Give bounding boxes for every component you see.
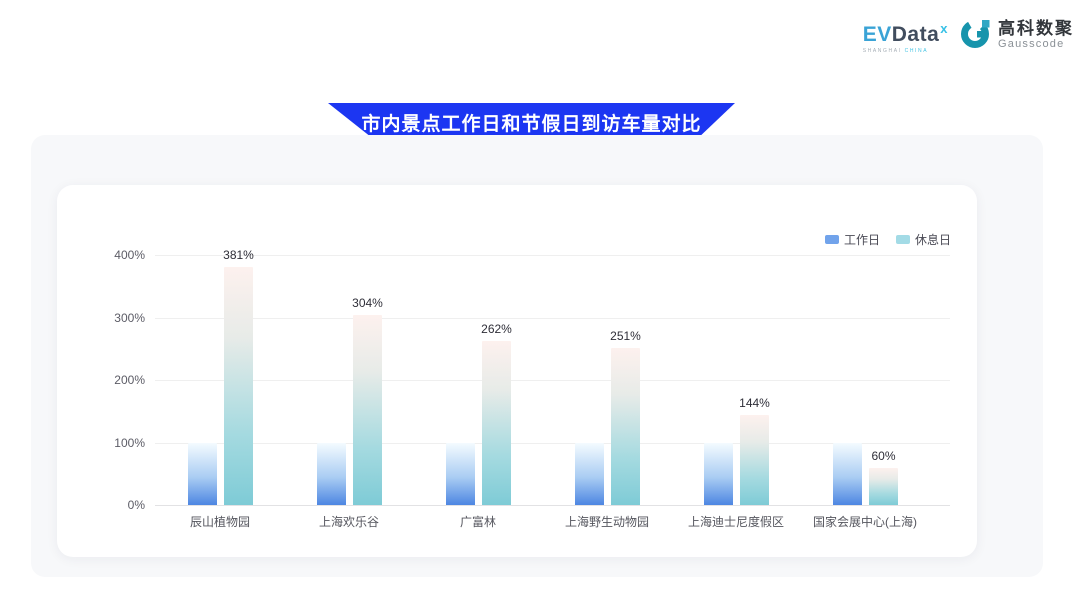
bar-工作日 (704, 443, 733, 506)
y-axis-tick: 400% (85, 248, 145, 262)
legend-item-工作日[interactable]: 工作日 (825, 231, 880, 248)
x-axis-label: 上海欢乐谷 (319, 513, 379, 530)
x-axis-label: 国家会展中心(上海) (813, 513, 917, 530)
bar-value-label: 251% (610, 329, 641, 343)
header: EVDatax SHANGHAI CHINA 高科数聚 Gausscode (863, 16, 1074, 55)
y-axis-tick: 100% (85, 436, 145, 450)
legend-swatch (896, 235, 910, 244)
legend-swatch (825, 235, 839, 244)
gausscode-logo: 高科数聚 Gausscode (960, 16, 1074, 55)
chart-legend: 工作日 休息日 (825, 231, 951, 248)
evdata-x-mark: x (940, 21, 948, 36)
legend-label: 休息日 (915, 231, 951, 248)
bar-工作日 (575, 443, 604, 506)
bar-休息日 (740, 415, 769, 505)
gausscode-cn-name: 高科数聚 (998, 20, 1074, 38)
bar-value-label: 60% (871, 449, 895, 463)
y-axis-tick: 0% (85, 498, 145, 512)
bar-value-label: 304% (352, 296, 383, 310)
bar-休息日 (224, 267, 253, 505)
legend-item-休息日[interactable]: 休息日 (896, 231, 951, 248)
bar-休息日 (869, 468, 898, 506)
y-axis-tick: 200% (85, 373, 145, 387)
gausscode-g-icon (960, 16, 992, 55)
x-axis-line (155, 505, 950, 506)
gridline (155, 318, 950, 319)
x-axis-label: 广富林 (460, 513, 496, 530)
x-axis-label: 辰山植物园 (190, 513, 250, 530)
gridline (155, 255, 950, 256)
evdata-subtext-right: CHINA (905, 48, 929, 54)
y-axis-tick: 300% (85, 311, 145, 325)
evdata-data-text: Data (892, 23, 940, 46)
gridline (155, 443, 950, 444)
bar-休息日 (611, 348, 640, 505)
evdata-ev-text: EV (863, 23, 892, 46)
bar-value-label: 262% (481, 322, 512, 336)
legend-label: 工作日 (844, 231, 880, 248)
evdata-subtext: SHANGHAI CHINA (863, 48, 928, 54)
x-axis-label: 上海野生动物园 (565, 513, 649, 530)
bar-工作日 (446, 443, 475, 506)
page-title: 市内景点工作日和节假日到访车量对比 (361, 109, 701, 136)
evdata-wordmark: EVDatax (863, 18, 948, 46)
gridline (155, 380, 950, 381)
bar-value-label: 381% (223, 248, 254, 262)
page: EVDatax SHANGHAI CHINA 高科数聚 Gausscode 市内… (0, 0, 1080, 608)
bar-value-label: 144% (739, 396, 770, 410)
bar-chart: 0%100%200%300%400%381%辰山植物园304%上海欢乐谷262%… (155, 255, 950, 505)
bar-休息日 (482, 341, 511, 505)
evdata-subtext-left: SHANGHAI (863, 48, 902, 54)
gausscode-text: 高科数聚 Gausscode (998, 20, 1074, 51)
bar-工作日 (188, 443, 217, 506)
gausscode-en-name: Gausscode (998, 38, 1074, 51)
bar-工作日 (317, 443, 346, 506)
x-axis-label: 上海迪士尼度假区 (688, 513, 784, 530)
bar-工作日 (833, 443, 862, 506)
evdata-logo: EVDatax SHANGHAI CHINA (863, 18, 948, 54)
chart-card: 工作日休息日 0%100%200%300%400%381%辰山植物园304%上海… (57, 185, 977, 557)
bar-休息日 (353, 315, 382, 505)
